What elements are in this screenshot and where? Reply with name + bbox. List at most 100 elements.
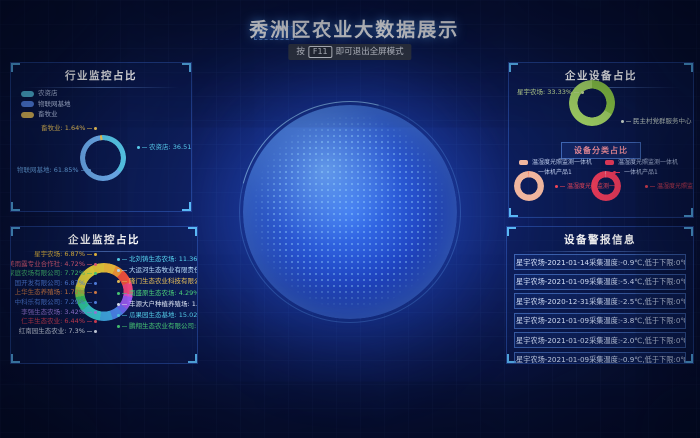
label-line	[122, 304, 127, 305]
pie-label-text: 国开发有限公司: 6.87%	[15, 280, 85, 287]
fullscreen-tip: 按 F11 即可退出全屏模式	[288, 44, 411, 60]
legend-item[interactable]: 农资店	[21, 90, 71, 97]
chart-label: 畜牧业: 1.64%	[41, 125, 97, 132]
pie-label-text: 大运河生态牧业有限责任公	[129, 267, 198, 274]
panel-title: 企业监控占比	[11, 227, 197, 252]
f11-keycap: F11	[308, 46, 333, 58]
label-line	[87, 128, 92, 129]
label-line	[81, 170, 86, 171]
pie-label: 瓜果园生态基地: 15.02%	[117, 312, 198, 319]
pie-label: 南盛原生态农场: 4.29%	[117, 290, 198, 297]
legend-label: 畜牧业	[38, 111, 58, 118]
label-line	[626, 121, 631, 122]
legend-item[interactable]: 温湿度光照监测一体机	[605, 159, 678, 166]
label-line	[122, 326, 127, 327]
pie-label-text: 隆门生态农业科技有限公	[129, 278, 198, 285]
pie-label: 鹏翔生态农业有限公司: 6.87%	[117, 323, 198, 330]
label-dot-icon	[94, 272, 97, 275]
alarm-text: 星宇农场-2021-01-09采集温度:-3.8℃,低于下限:0℃	[516, 316, 686, 325]
pie-label: 中科乐有限公司: 7.29%	[15, 299, 97, 306]
pie-label-text: 鹏翔生态农业有限公司: 6.87%	[129, 323, 198, 330]
alarm-row: 星宇农场-2021-01-09采集温度:-5.4℃,低于下限:0℃	[514, 274, 686, 290]
legend-swatch	[21, 112, 34, 118]
alarm-text: 星宇农场-2021-01-09采集温度:-5.4℃,低于下限:0℃	[516, 277, 686, 286]
label-line	[122, 315, 127, 316]
label-dot-icon	[94, 320, 97, 323]
label-dot-icon	[88, 169, 91, 172]
alarm-text: 星宇农场-2021-01-09采集温度:-0.9℃,低于下限:0℃	[516, 355, 686, 364]
label-line	[87, 264, 92, 265]
legend-swatch	[605, 160, 614, 165]
label-line	[87, 273, 92, 274]
alarm-row: 星宇农场-2021-01-09采集温度:-0.9℃,低于下限:0℃	[514, 352, 686, 365]
label-line	[87, 283, 92, 284]
pie-label-text: 仁丰生态农业: 6.44%	[21, 318, 85, 325]
label-dot-icon	[94, 311, 97, 314]
pie-label: 北刘铸生态农场: 11.36%	[117, 256, 198, 263]
legend-item[interactable]: 物联网基地	[21, 101, 71, 108]
panel-title: 行业监控占比	[11, 63, 191, 88]
panel-enterprise-monitor: 企业监控占比 星宇农场: 6.87% 和美雨露专业合作社: 4.72% 家庭农场…	[10, 226, 198, 364]
legend-label: 农资店	[38, 90, 58, 97]
industry-donut-chart[interactable]	[80, 135, 126, 181]
panel-device-alarm: 设备警报信息 星宇农场-2021-01-14采集温度:-0.9℃,低于下限:0℃…	[506, 226, 694, 364]
enterprise-left-labels: 星宇农场: 6.87% 和美雨露专业合作社: 4.72% 家庭农场有限公司: 7…	[13, 251, 97, 335]
label-line	[122, 270, 127, 271]
label-dot-icon	[94, 253, 97, 256]
label-line	[87, 254, 92, 255]
label-dot-icon	[94, 291, 97, 294]
industry-legend: 农资店 物联网基地 畜牧业	[21, 90, 71, 118]
label-dot-icon	[117, 303, 120, 306]
globe-visualization	[243, 105, 457, 319]
alarm-text: 星宇农场-2021-01-14采集温度:-0.9℃,低于下限:0℃	[516, 258, 686, 267]
label-line	[87, 312, 92, 313]
label-dot-icon	[117, 258, 120, 261]
legend-item[interactable]: 畜牧业	[21, 111, 71, 118]
legend-swatch	[21, 101, 34, 107]
label-line	[574, 92, 579, 93]
pie-label-text: 家庭农场有限公司: 7.72%	[10, 270, 85, 277]
label-line	[87, 331, 92, 332]
pie-label-text: 中科乐有限公司: 7.29%	[15, 299, 85, 306]
pie-label: 仁丰生态农业: 6.44%	[21, 318, 97, 325]
label-dot-icon	[117, 292, 120, 295]
label-line	[122, 259, 127, 260]
device-type-donut-1[interactable]	[514, 171, 544, 201]
label-dot-icon	[117, 269, 120, 272]
label-dot-icon	[555, 185, 558, 188]
label-dot-icon	[117, 325, 120, 328]
legend-swatch	[21, 91, 34, 97]
label-dot-icon	[117, 314, 120, 317]
legend-item[interactable]: 温湿度光照监测一体机	[519, 159, 592, 166]
pie-label-text: 上华生态养殖场: 1.72%	[15, 289, 85, 296]
chart-label: 温湿度光照监	[645, 183, 693, 190]
pie-label: 隆门生态农业科技有限公	[117, 278, 198, 285]
page-title: 秀洲区农业大数据展示	[249, 15, 459, 42]
chart-label: 星宇农场: 33.33%	[517, 89, 584, 96]
chart-label: 温湿度光照监测一	[555, 183, 615, 190]
alarm-list: 星宇农场-2021-01-14采集温度:-0.9℃,低于下限:0℃ 星宇农场-2…	[514, 254, 686, 364]
label-dot-icon	[94, 282, 97, 285]
pie-label-text: 北刘铸生态农场: 11.36%	[129, 256, 198, 263]
pie-label-text: 瓜果园生态基地: 15.02%	[129, 312, 198, 319]
tip-suffix: 即可退出全屏模式	[336, 46, 404, 58]
device-donut-chart[interactable]	[569, 80, 615, 126]
alarm-row: 星宇农场-2020-12-31采集温度:-2.5℃,低于下限:0℃	[514, 293, 686, 309]
label-dot-icon	[94, 127, 97, 130]
label-line	[142, 147, 147, 148]
panel-enterprise-device: 企业设备占比 星宇农场: 33.33% 民主村党群服务中心 设备分类占比 温湿度…	[508, 62, 694, 218]
alarm-text: 星宇农场-2021-01-02采集温度:-2.0℃,低于下限:0℃	[516, 336, 686, 345]
pie-label: 丰源大户种植养殖场: 1.	[117, 301, 198, 308]
pie-label-text: 丰源大户种植养殖场: 1.	[129, 301, 198, 308]
chart-label: 物联网基地: 61.85%	[17, 167, 91, 174]
tip-prefix: 按	[296, 46, 305, 58]
label-line	[87, 321, 92, 322]
pie-label-text: 李强生态农场: 3.42%	[21, 309, 85, 316]
label-line	[122, 281, 127, 282]
alarm-row: 星宇农场-2021-01-02采集温度:-2.0℃,低于下限:0℃	[514, 332, 686, 348]
pie-label-text: 南盛原生态农场: 4.29%	[129, 290, 198, 297]
panel-title: 设备警报信息	[507, 227, 693, 252]
enterprise-right-labels: 北刘铸生态农场: 11.36% 大运河生态牧业有限责任公 隆门生态农业科技有限公…	[117, 256, 198, 330]
label-dot-icon	[621, 120, 624, 123]
pie-label: 和美雨露专业合作社: 4.72%	[10, 261, 97, 268]
